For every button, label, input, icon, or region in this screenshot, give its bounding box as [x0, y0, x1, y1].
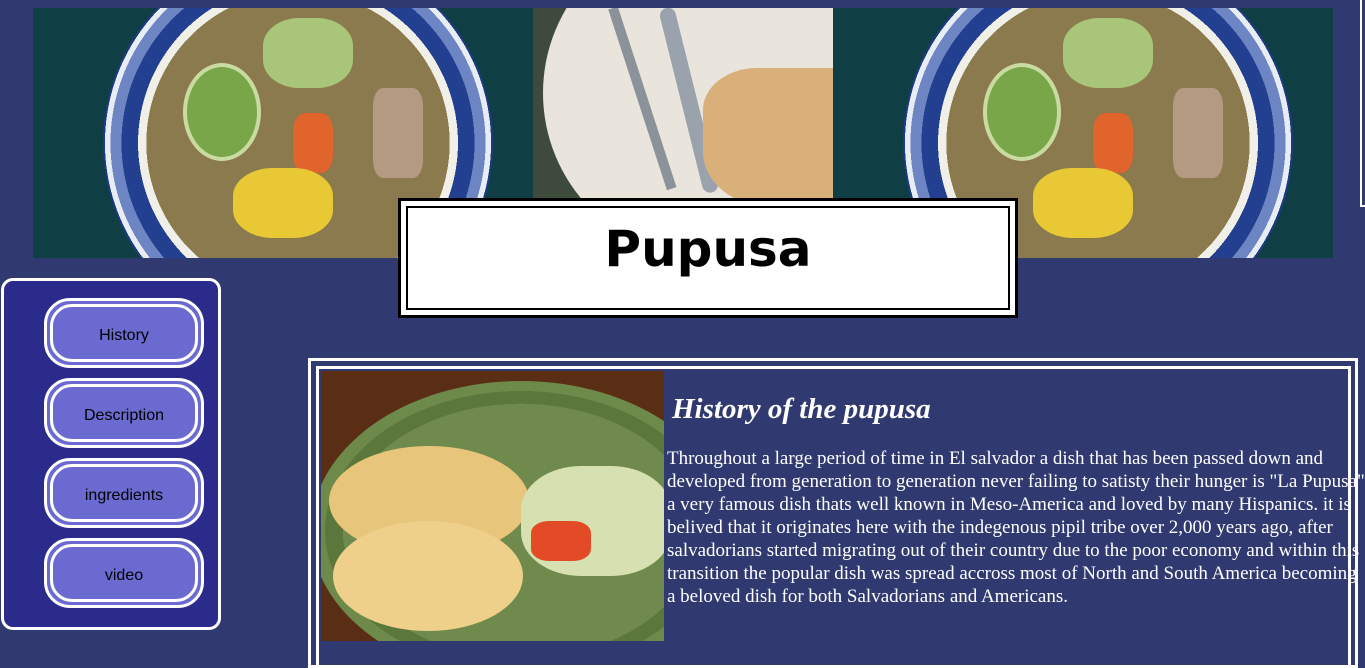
nav-description-label: Description — [83, 407, 165, 424]
nav-description-button[interactable]: Description — [44, 378, 204, 448]
nav-video-label: video — [104, 567, 144, 584]
nav-history-button[interactable]: History — [44, 298, 204, 368]
page-title: Pupusa — [604, 220, 812, 278]
section-paragraph: Throughout a large period of time in El … — [667, 448, 1365, 607]
sidebar-nav: History Description ingredients video — [1, 278, 221, 630]
title-box: Pupusa — [398, 198, 1018, 318]
nav-history-label: History — [99, 327, 149, 344]
history-section: History of the pupusa Throughout a large… — [308, 358, 1365, 668]
nav-ingredients-button[interactable]: ingredients — [44, 458, 204, 528]
nav-ingredients-label: ingredients — [84, 487, 164, 504]
section-heading: History of the pupusa — [672, 393, 931, 425]
plate-image — [533, 8, 833, 198]
pupusa-photo — [321, 371, 664, 641]
page-edge — [1360, 0, 1365, 207]
nav-video-button[interactable]: video — [44, 538, 204, 608]
